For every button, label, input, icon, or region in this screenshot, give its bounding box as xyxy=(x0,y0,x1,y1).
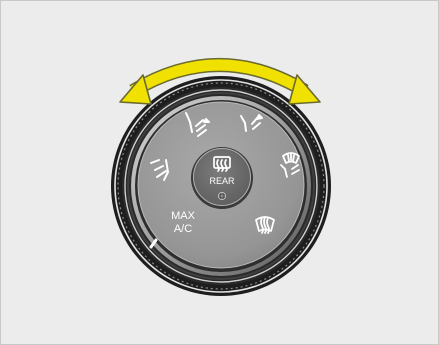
rear-defrost-button[interactable]: REAR xyxy=(191,147,253,209)
indicator-light xyxy=(217,191,227,201)
ac-label: A/C xyxy=(174,223,192,235)
max-label: MAX xyxy=(171,210,196,222)
rear-label: REAR xyxy=(209,176,235,186)
climate-mode-knob-illustration: MAX A/C REAR xyxy=(111,58,331,296)
